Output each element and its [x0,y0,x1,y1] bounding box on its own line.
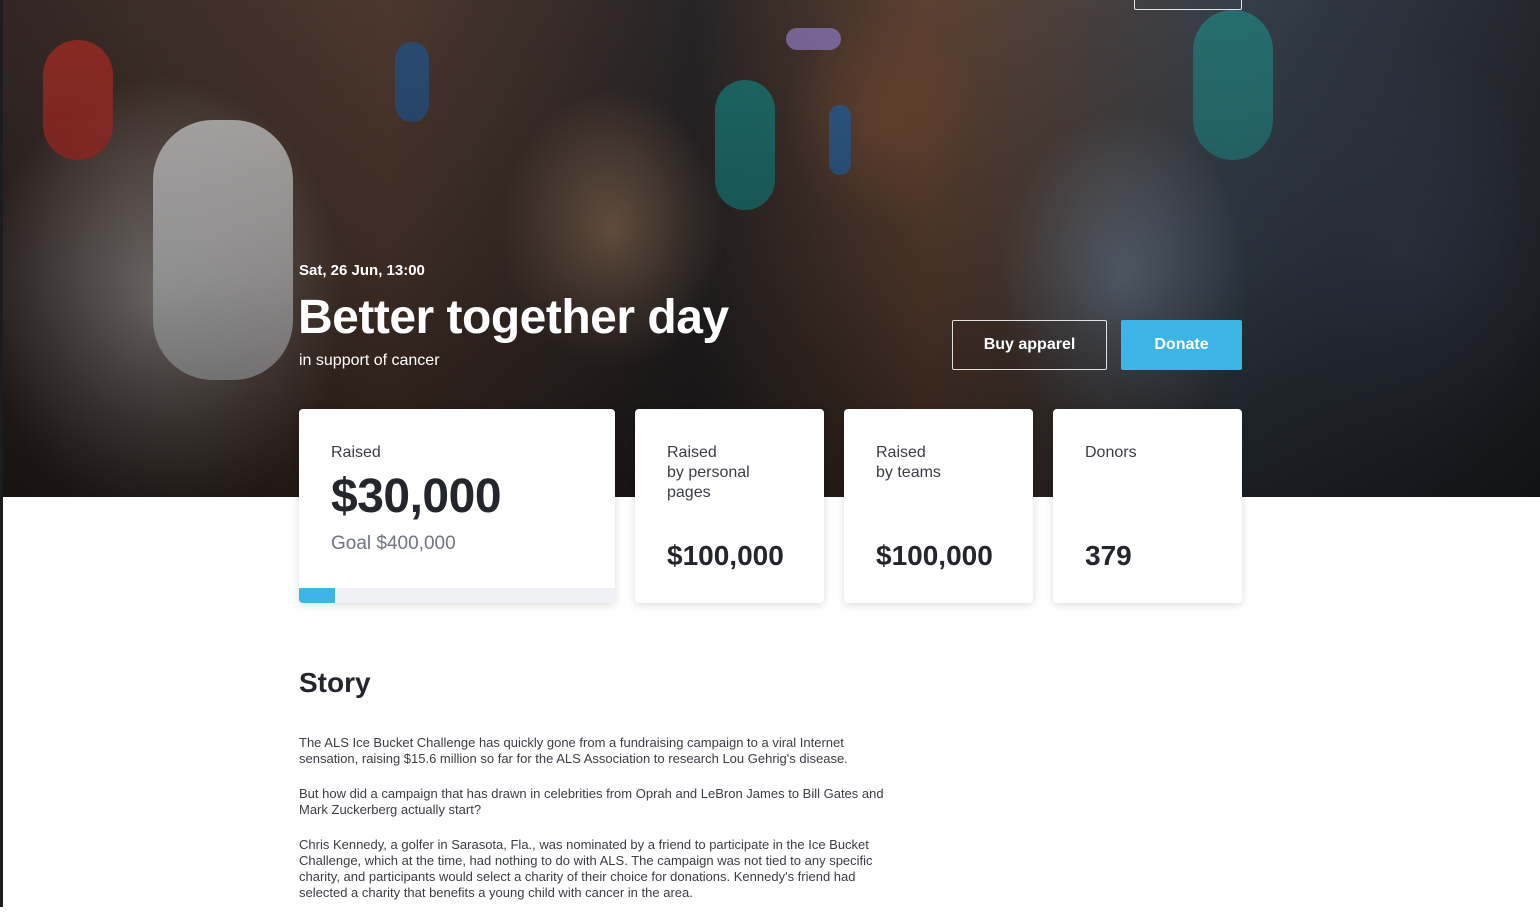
donors-card: Donors 379 [1053,409,1242,603]
teams-label: Raised by teams [876,443,941,483]
teams-label-line2: by teams [876,464,941,481]
raised-amount: $30,000 [331,470,502,523]
header-action-button[interactable] [1134,0,1242,10]
teams-amount: $100,000 [876,540,993,571]
personal-label-line1: Raised [667,444,717,461]
teams-card: Raised by teams $100,000 [844,409,1033,603]
story-paragraph: The ALS Ice Bucket Challenge has quickly… [299,735,848,766]
personal-label-line3: pages [667,484,711,501]
story-paragraph: Chris Kennedy, a golfer in Sarasota, Fla… [299,837,873,900]
donate-button[interactable]: Donate [1121,320,1242,370]
story-heading: Story [299,667,371,698]
donors-label: Donors [1085,444,1137,461]
raised-label: Raised [331,444,381,461]
window-edge [0,0,3,907]
buy-apparel-button[interactable]: Buy apparel [952,320,1107,370]
event-title: Better together day [298,291,729,344]
personal-pages-label: Raised by personal pages [667,443,750,503]
personal-pages-card: Raised by personal pages $100,000 [635,409,824,603]
progress-bar-fill [299,588,336,603]
event-date: Sat, 26 Jun, 13:00 [299,262,425,279]
personal-label-line2: by personal [667,464,750,481]
event-cause: in support of cancer [299,352,440,369]
progress-bar [299,588,615,603]
raised-card: Raised $30,000 Goal $400,000 [299,409,615,603]
story-paragraph: But how did a campaign that has drawn in… [299,786,884,817]
goal-amount: Goal $400,000 [331,533,456,554]
personal-pages-amount: $100,000 [667,540,784,571]
teams-label-line1: Raised [876,444,926,461]
donors-count: 379 [1085,540,1132,571]
story-body: The ALS Ice Bucket Challenge has quickly… [299,735,889,920]
